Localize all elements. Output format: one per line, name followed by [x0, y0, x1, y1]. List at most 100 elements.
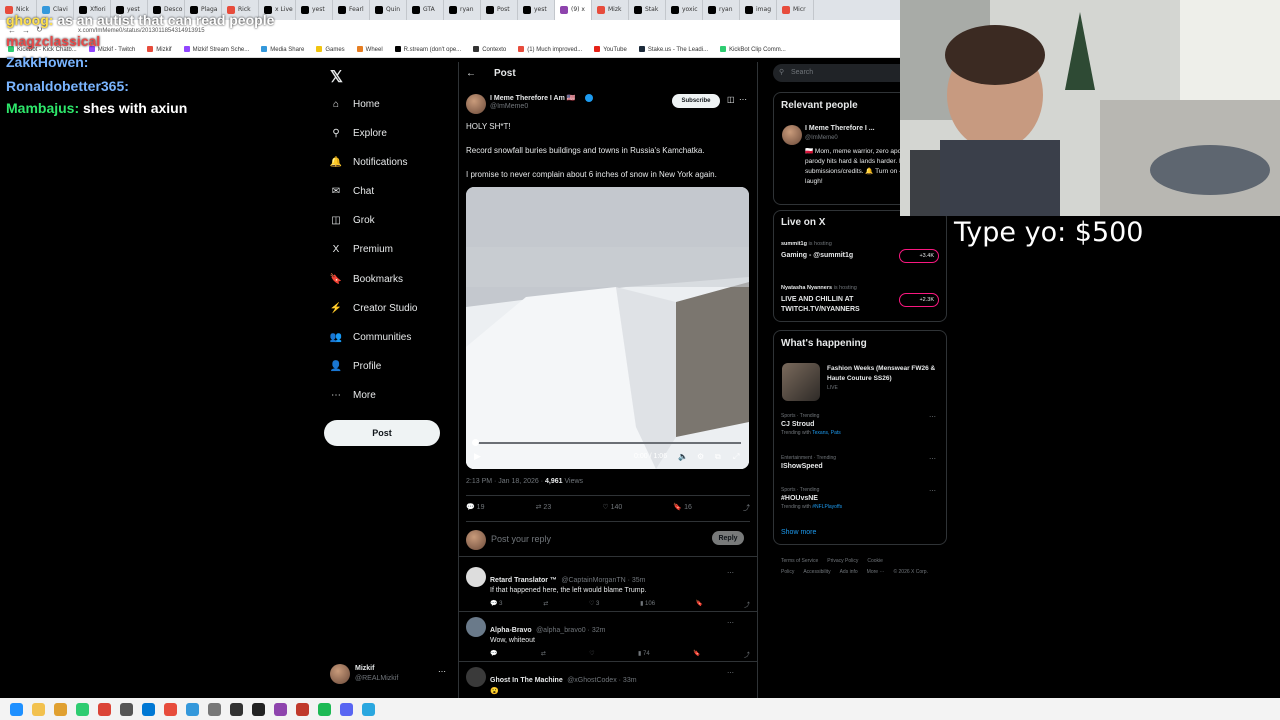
video-player[interactable]: ▶ 0:00 / 1:06 🔈 ⚙ ⧉ ⤢	[466, 187, 749, 469]
share-icon[interactable]: ⤴	[744, 600, 750, 609]
reply-icon[interactable]: 💬 3	[490, 600, 502, 609]
relevant-name[interactable]: I Meme Therefore I ...	[805, 125, 875, 132]
discord-icon[interactable]	[340, 702, 353, 716]
bookmark-item[interactable]: Mizkif Stream Sche...	[183, 42, 249, 57]
spotify-icon[interactable]	[318, 702, 331, 716]
browser-tab[interactable]: yest	[518, 0, 555, 20]
author-name[interactable]: I Meme Therefore I Am 🇺🇸	[490, 94, 575, 102]
browser-tab[interactable]: ryan	[703, 0, 740, 20]
reply-input[interactable]: Post your reply	[491, 534, 551, 544]
obs-icon[interactable]	[230, 702, 243, 716]
post-button[interactable]: Post	[324, 420, 440, 446]
post-timestamp[interactable]: 2:13 PM · Jan 18, 2026 ·	[466, 478, 545, 485]
edge-icon[interactable]	[142, 702, 155, 716]
repost-action[interactable]: ⇄ 23	[536, 503, 552, 515]
back-arrow-icon[interactable]: ←	[466, 68, 476, 79]
bookmark-item[interactable]: YouTube	[594, 42, 627, 57]
trend-more-icon[interactable]: ⋯	[929, 487, 936, 495]
app-icon[interactable]	[164, 702, 177, 716]
relevant-avatar[interactable]	[782, 125, 802, 145]
footer-link[interactable]: Terms of Service	[781, 558, 818, 564]
reply-more-icon[interactable]: ⋯	[727, 569, 734, 577]
app-icon[interactable]	[252, 702, 265, 716]
browser-tab[interactable]: Quin	[370, 0, 407, 20]
trend-more-icon[interactable]: ⋯	[929, 455, 936, 463]
account-switcher[interactable]: Mizkif @REALMizkif ⋯	[330, 663, 450, 687]
chrome-icon[interactable]	[98, 702, 111, 716]
browser-tab[interactable]: imag	[740, 0, 777, 20]
grok-icon[interactable]: ◫	[727, 95, 735, 104]
reply-avatar[interactable]	[466, 667, 486, 687]
more-options-icon[interactable]: ⋯	[739, 95, 747, 104]
app-icon[interactable]	[54, 702, 67, 716]
nav-item-profile[interactable]: 👤 Profile	[330, 356, 382, 376]
footer-link[interactable]: Privacy Policy	[827, 558, 858, 564]
share-icon[interactable]: ⤴	[744, 650, 750, 659]
reply-more-icon[interactable]: ⋯	[727, 669, 734, 677]
browser-tab[interactable]: Fearl	[333, 0, 370, 20]
bookmark-action[interactable]: 🔖 16	[673, 503, 691, 515]
pip-icon[interactable]: ⧉	[715, 452, 721, 462]
browser-tab[interactable]: Stak	[629, 0, 666, 20]
bookmark-item[interactable]: (1) Much improved...	[518, 42, 582, 57]
reply-item[interactable]: Alpha-Bravo @alpha_bravo0 · 32m Wow, whit…	[490, 619, 750, 659]
trend-item[interactable]: Sports · Trending #HOUvsNE Trending with #…	[781, 487, 941, 510]
featured-title[interactable]: Fashion Weeks (Menswear FW26 & Haute Cou…	[827, 364, 942, 384]
trend-item[interactable]: Entertainment · Trending IShowSpeed ⋯	[781, 455, 941, 472]
trend-with[interactable]: Texans, Pats	[812, 430, 841, 436]
live-item[interactable]: summit1g is hosting Gaming - @summit1g +3.…	[781, 241, 941, 263]
trend-with[interactable]: #NFLPlayoffs	[812, 504, 842, 510]
bookmark-item[interactable]: Games	[316, 42, 345, 57]
featured-thumbnail[interactable]	[782, 363, 820, 401]
reply-avatar[interactable]	[466, 567, 486, 587]
browser-tab[interactable]: Post	[481, 0, 518, 20]
bookmark-item[interactable]: Mizkif	[147, 42, 172, 57]
author-avatar[interactable]	[466, 94, 486, 114]
bookmark-item[interactable]: Contexto	[473, 42, 506, 57]
author-handle[interactable]: @ImMeme0	[490, 103, 528, 110]
more-icon[interactable]: ⋯	[438, 667, 446, 676]
play-icon[interactable]: ▶	[474, 451, 481, 462]
reply-button[interactable]: Reply	[712, 531, 744, 545]
nav-item-premium[interactable]: X Premium	[330, 239, 393, 259]
app-icon[interactable]	[362, 702, 375, 716]
repost-icon[interactable]: ⇄	[541, 650, 546, 659]
nav-item-chat[interactable]: ✉ Chat	[330, 181, 374, 201]
app-icon[interactable]	[120, 702, 133, 716]
nav-item-creator-studio[interactable]: ⚡ Creator Studio	[330, 298, 418, 318]
reply-author[interactable]: Retard Translator ™	[490, 577, 557, 584]
show-more-link[interactable]: Show more	[781, 529, 816, 536]
repost-icon[interactable]: ⇄	[543, 600, 548, 609]
reply-author[interactable]: Ghost In The Machine	[490, 677, 563, 684]
like-action[interactable]: ♡ 140	[602, 503, 622, 515]
app-icon[interactable]	[186, 702, 199, 716]
share-icon[interactable]: ⤴	[743, 503, 750, 515]
footer-link[interactable]: © 2026 X Corp.	[893, 569, 928, 575]
reply-author[interactable]: Alpha-Bravo	[490, 627, 532, 634]
footer-link[interactable]: Ads info	[840, 569, 858, 575]
bookmark-icon[interactable]: 🔖	[693, 650, 700, 659]
nav-item-grok[interactable]: ◫ Grok	[330, 210, 374, 230]
browser-tab[interactable]: yest	[296, 0, 333, 20]
heart-icon[interactable]: ♡	[589, 650, 594, 659]
nav-item-home[interactable]: ⌂ Home	[330, 94, 380, 114]
footer-link[interactable]: More ···	[867, 569, 885, 575]
bookmark-item[interactable]: Stake.us - The Leadi...	[638, 42, 708, 57]
nav-item-communities[interactable]: 👥 Communities	[330, 327, 412, 347]
trend-more-icon[interactable]: ⋯	[929, 413, 936, 421]
nav-item-notifications[interactable]: 🔔 Notifications	[330, 152, 408, 172]
browser-tab[interactable]: ryan	[444, 0, 481, 20]
browser-tab[interactable]: Mizk	[592, 0, 629, 20]
browser-tab[interactable]: GTA	[407, 0, 444, 20]
browser-tab[interactable]: yoxic	[666, 0, 703, 20]
app-icon[interactable]	[296, 702, 309, 716]
live-item[interactable]: Nyatasha Nyanners is hosting LIVE AND CHI…	[781, 285, 941, 315]
video-scrubber[interactable]	[472, 439, 479, 446]
fullscreen-icon[interactable]: ⤢	[733, 452, 739, 462]
video-progress-track[interactable]	[474, 442, 741, 444]
bookmark-item[interactable]: Media Share	[261, 42, 304, 57]
reply-item[interactable]: Retard Translator ™ @CaptainMorganTN · 3…	[490, 569, 750, 609]
settings-icon[interactable]: ⚙	[697, 452, 704, 461]
file-explorer-icon[interactable]	[32, 702, 45, 716]
browser-tab[interactable]: Micr	[777, 0, 814, 20]
